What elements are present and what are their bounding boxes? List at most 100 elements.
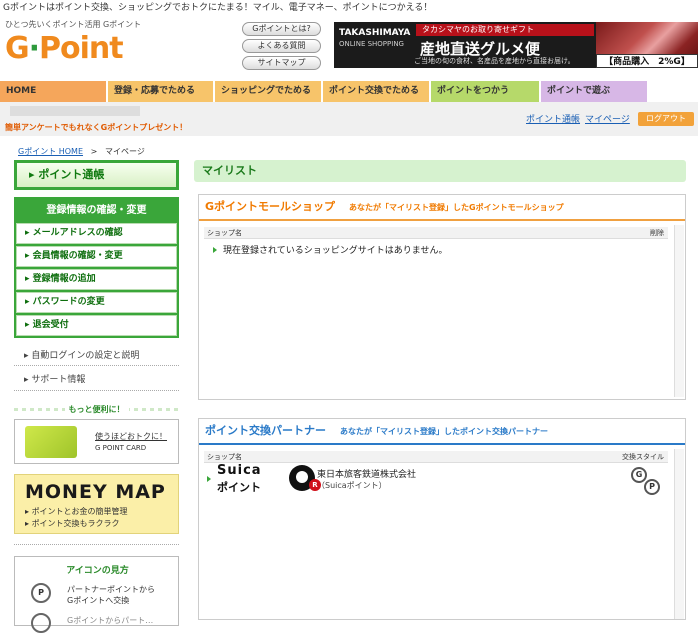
account-menu: 登録情報の確認・変更 ▸ メールアドレスの確認 ▸ 会員情報の確認・変更 ▸ 登… xyxy=(14,197,179,338)
passbook-button[interactable]: ▸ ポイント通帳 xyxy=(14,160,179,190)
partner-col-shop: ショップ名 xyxy=(207,453,242,461)
mall-panel-sub: あなたが「マイリスト登録」したGポイントモールショップ xyxy=(349,203,564,212)
menu-add-info-label: 登録情報の追加 xyxy=(32,274,96,284)
moneymap-banner[interactable]: MONEY MAP ▸ ポイントとお金の簡単管理 ▸ ポイント交換もラクラク xyxy=(14,474,179,534)
partner-panel-sub: あなたが「マイリスト登録」したポイント交換パートナー xyxy=(340,427,548,436)
account-menu-header: 登録情報の確認・変更 xyxy=(46,205,147,216)
menu-member-info[interactable]: ▸ 会員情報の確認・変更 xyxy=(16,246,177,267)
card-text: 使うほどおトクに！ xyxy=(95,432,167,441)
banner-sub: ご当地の旬の食材、名産品を産地から直接お届け。 xyxy=(414,57,575,65)
partner-to-g-icon: P xyxy=(31,583,51,603)
survey-present-link[interactable]: 簡単アンケートでもれなくGポイントプレゼント！ xyxy=(5,122,187,133)
top-notice: Gポイントはポイント交換、ショッピングでおトクにたまる！マイル、電子マネー、ポイ… xyxy=(3,3,433,13)
moneymap-line2: ▸ ポイント交換もラクラク xyxy=(25,519,120,528)
partner-panel: ポイント交換パートナー あなたが「マイリスト登録」したポイント交換パートナー ショ… xyxy=(198,418,686,620)
moneymap-line1-text: ポイントとお金の簡単管理 xyxy=(31,507,128,516)
mypage-link[interactable]: マイページ xyxy=(585,112,630,125)
about-gpoint-button[interactable]: Gポイントとは? xyxy=(242,22,321,36)
bullet-icon xyxy=(213,247,217,253)
g-coin-icon: G xyxy=(631,467,647,483)
main-nav: HOME 登録・応募でためる ショッピングでためる ポイント交換でためる ポイン… xyxy=(0,81,698,102)
menu-add-info[interactable]: ▸ 登録情報の追加 xyxy=(16,269,177,290)
partner-table-header: ショップ名 交換スタイル xyxy=(204,451,668,463)
exchange-style-icon: GP xyxy=(631,467,663,497)
page-title: マイリスト xyxy=(194,160,686,182)
moneymap-line1: ▸ ポイントとお金の簡単管理 xyxy=(25,507,128,516)
banner-price: 【商品購入 2%G】 xyxy=(596,54,698,68)
partner-scrollbar[interactable] xyxy=(674,449,684,619)
tab-use-points[interactable]: ポイントをつかう xyxy=(431,81,541,102)
menu-withdraw-label: 退会受付 xyxy=(32,320,69,330)
icon-guide-line3: Gポイントからパート… xyxy=(67,616,154,625)
card-sub: G POINT CARD xyxy=(95,444,147,452)
mall-panel-header: Gポイントモールショップ あなたが「マイリスト登録」したGポイントモールショップ xyxy=(199,195,685,221)
logo-g: G xyxy=(5,31,30,66)
card-image xyxy=(25,426,77,458)
sitemap-button[interactable]: サイトマップ xyxy=(242,56,321,70)
mall-empty-row: 現在登録されているショッピングサイトはありません。 xyxy=(213,243,447,256)
partner-col-style: 交換スタイル xyxy=(622,453,664,461)
more-convenient-heading: もっと便利に！ xyxy=(14,404,179,415)
mall-shop-panel: Gポイントモールショップ あなたが「マイリスト登録」したGポイントモールショップ … xyxy=(198,194,686,400)
menu-email-confirm[interactable]: ▸ メールアドレスの確認 xyxy=(16,223,177,244)
moneymap-title: MONEY MAP xyxy=(25,481,166,503)
breadcrumb: Gポイント HOME > マイページ xyxy=(18,146,145,157)
breadcrumb-current: マイページ xyxy=(105,147,145,156)
mall-table-header: ショップ名 削除 xyxy=(204,227,668,239)
icon-guide: アイコンの見方 P パートナーポイントから Gポイントへ交換 Gポイントからパー… xyxy=(14,556,179,633)
banner-tag: タカシマヤのお取り寄せギフト xyxy=(416,24,594,36)
banner-brand-sub: ONLINE SHOPPING xyxy=(339,40,404,48)
icon-guide-line2: Gポイントへ交換 xyxy=(67,596,130,605)
partner-name[interactable]: 東日本旅客鉄道株式会社 xyxy=(317,467,416,480)
divider xyxy=(14,544,179,545)
icon-guide-line1: パートナーポイントから xyxy=(67,585,155,594)
passbook-button-label: ポイント通帳 xyxy=(38,168,105,181)
takashimaya-banner[interactable]: TAKASHIMAYA ONLINE SHOPPING タカシマヤのお取り寄せギ… xyxy=(334,22,698,68)
breadcrumb-sep: > xyxy=(90,147,98,156)
partner-panel-title: ポイント交換パートナー xyxy=(205,424,326,437)
more-convenient-text: もっと便利に！ xyxy=(64,405,129,414)
divider xyxy=(14,365,179,366)
menu-member-info-label: 会員情報の確認・変更 xyxy=(32,251,123,261)
tab-shopping-earn[interactable]: ショッピングでためる xyxy=(215,81,323,102)
icon-guide-title: アイコンの見方 xyxy=(66,566,129,576)
gpoint-logo[interactable]: G·Point xyxy=(5,31,124,67)
divider xyxy=(14,390,179,391)
logo-point: Point xyxy=(39,31,124,66)
logo-dot: · xyxy=(28,31,40,66)
blurred-user-info xyxy=(10,106,140,116)
mall-panel-title: Gポイントモールショップ xyxy=(205,200,336,213)
menu-email-confirm-label: メールアドレスの確認 xyxy=(32,228,123,238)
support-label: サポート情報 xyxy=(31,375,86,385)
tab-play-points[interactable]: ポイントで遊ぶ xyxy=(541,81,649,102)
mall-empty-text: 現在登録されているショッピングサイトはありません。 xyxy=(223,246,448,256)
g-to-partner-icon xyxy=(31,613,51,633)
menu-password-change-label: パスワードの変更 xyxy=(32,297,105,307)
mall-scrollbar[interactable] xyxy=(674,225,684,397)
partner-panel-header: ポイント交換パートナー あなたが「マイリスト登録」したポイント交換パートナー xyxy=(199,419,685,445)
banner-brand: TAKASHIMAYA xyxy=(339,28,411,38)
menu-password-change[interactable]: ▸ パスワードの変更 xyxy=(16,292,177,313)
bullet-icon xyxy=(207,476,211,482)
support-link[interactable]: ▸ サポート情報 xyxy=(24,372,85,385)
p-coin-icon: P xyxy=(644,479,660,495)
mall-col-delete: 削除 xyxy=(650,229,664,237)
tagline: ひとつ先いくポイント活用 Gポイント xyxy=(5,20,142,29)
moneymap-line2-text: ポイント交換もラクラク xyxy=(31,519,120,528)
breadcrumb-home[interactable]: Gポイント HOME xyxy=(18,147,83,156)
tab-register-earn[interactable]: 登録・応募でためる xyxy=(108,81,215,102)
logout-button[interactable]: ログアウト xyxy=(638,112,694,126)
tab-home[interactable]: HOME xyxy=(0,81,108,102)
mall-col-shop: ショップ名 xyxy=(207,229,242,237)
gpoint-card-banner[interactable]: 使うほどおトクに！ G POINT CARD xyxy=(14,419,179,464)
auto-login-link[interactable]: ▸ 自動ログインの設定と説明 xyxy=(24,348,139,361)
menu-withdraw[interactable]: ▸ 退会受付 xyxy=(16,315,177,336)
tab-exchange-earn[interactable]: ポイント交換でためる xyxy=(323,81,431,102)
passbook-link[interactable]: ポイント通帳 xyxy=(526,112,580,125)
suica-logo-bottom: ポイント xyxy=(217,481,261,494)
auto-login-label: 自動ログインの設定と説明 xyxy=(31,351,140,361)
suica-logo-top: Suica xyxy=(217,463,262,478)
partner-row-bullet xyxy=(207,475,217,485)
faq-button[interactable]: よくある質問 xyxy=(242,39,321,53)
suica-logo[interactable]: Suica ポイント R xyxy=(217,463,327,494)
